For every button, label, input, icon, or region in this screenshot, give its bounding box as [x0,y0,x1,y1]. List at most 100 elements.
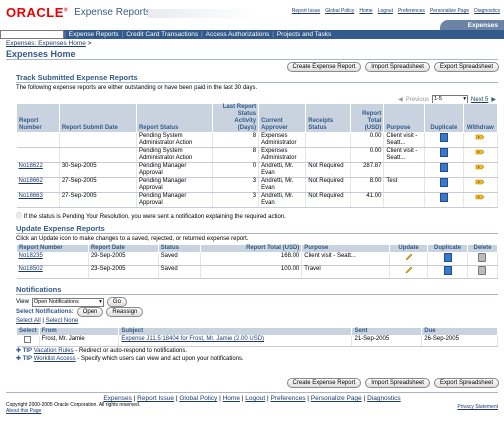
create-expense-report-button[interactable]: Create Expense Report [286,62,362,72]
subnav-expense-reports[interactable]: Expense Reports [66,31,122,38]
duplicate-icon[interactable] [443,266,452,275]
breadcrumb-link[interactable]: Expenses: Expenses Home [6,40,86,47]
cell-approver: Expenses Administrator [258,132,307,148]
cell-status: Pending System Administrator Action [136,147,214,163]
track-table: Report Number Report Submit Date Report … [16,103,499,208]
cell-status: Pending Manager Approval [136,162,214,178]
import-spreadsheet-button[interactable]: Import Spreadsheet [365,378,430,388]
duplicate-cell [424,147,464,163]
export-spreadsheet-button[interactable]: Export Spreadsheet [433,62,499,72]
col-select: Select [16,327,40,336]
global-link-diagnostics[interactable]: Diagnostics [474,8,500,14]
next-icon[interactable]: ▶ [491,96,496,103]
view-select[interactable]: Open Notifications ▾ [31,297,104,307]
cell-status: Pending Manager Approval [136,177,214,193]
duplicate-icon[interactable] [439,133,448,142]
cell-approver: Andretti, Mr. Evan [258,162,307,178]
about-page-link[interactable]: About this Page [6,408,41,414]
report-number-link[interactable]: No18662 [19,178,43,184]
update-table: Report Number Report Date Status Report … [16,244,499,279]
duplicate-icon[interactable] [443,253,452,262]
footer-link-report-issue[interactable]: Report Issue [137,395,174,402]
row-checkbox[interactable] [24,336,32,343]
footer-link-personalize-page[interactable]: Personalize Page [311,395,362,402]
select-none-link[interactable]: Select None [46,318,79,324]
worklist-access-link[interactable]: Worklist Access [34,356,76,362]
subnav-expenses-home[interactable]: Expenses Home [0,30,65,39]
col-due[interactable]: Due [421,327,498,336]
withdraw-cell [463,147,499,163]
table-row: No18622 30-Sep-2005 Pending Manager Appr… [16,162,499,178]
privacy-statement-link[interactable]: Privacy Statement [457,404,498,410]
breadcrumb-separator: > [87,40,92,47]
next-link[interactable]: Next 5 [471,97,488,103]
report-number-link[interactable]: No18235 [19,253,43,259]
tab-expenses[interactable]: Expenses [440,20,504,30]
withdraw-icon[interactable] [475,178,485,186]
cell-purpose [383,162,426,178]
global-link-global-policy[interactable]: Global Policy [325,8,354,14]
export-spreadsheet-button[interactable]: Export Spreadsheet [433,378,499,388]
withdraw-icon[interactable] [475,133,485,141]
select-all-link[interactable]: Select All [16,318,41,324]
section-divider [16,233,498,234]
withdraw-icon[interactable] [475,148,485,156]
cell-days: 8 [212,132,260,148]
duplicate-icon[interactable] [439,178,448,187]
create-expense-report-button[interactable]: Create Expense Report [286,378,362,388]
col-sent[interactable]: Sent [351,327,423,336]
update-section-title: Update Expense Reports [16,224,105,233]
import-spreadsheet-button[interactable]: Import Spreadsheet [365,62,430,72]
pencil-icon[interactable] [404,266,413,274]
report-number-link[interactable]: No18502 [19,266,43,272]
cell-purpose: Client visit - Seatt... [383,132,426,148]
cell-total: 41.00 [350,192,385,208]
pencil-icon[interactable] [404,253,413,261]
open-button[interactable]: Open [76,307,104,317]
global-link-home[interactable]: Home [359,8,372,14]
tip-vacation-text: - Redirect or auto-respond to notificati… [73,348,188,354]
subnav-access-authorizations[interactable]: Access Authorizations [203,31,273,38]
global-link-personalize-page[interactable]: Personalize Page [430,8,469,14]
report-number-link[interactable]: No18663 [19,193,43,199]
footer-link-diagnostics[interactable]: Diagnostics [367,395,401,402]
global-link-logout[interactable]: Logout [378,8,393,14]
update-cell [389,265,429,279]
col-subject[interactable]: Subject [118,327,353,336]
vacation-rules-link[interactable]: Vacation Rules [34,348,74,354]
duplicate-icon[interactable] [439,148,448,157]
withdraw-icon[interactable] [475,193,485,201]
cell-receipts [305,147,352,163]
footer-link-global-policy[interactable]: Global Policy [179,395,217,402]
trash-icon[interactable] [478,266,487,275]
reassign-button[interactable]: Reassign [106,307,144,317]
subnav-projects-and-tasks[interactable]: Projects and Tasks [274,31,334,38]
go-button[interactable]: Go [106,297,127,307]
cell-days: 0 [212,162,260,178]
col-report-number[interactable]: Report Number [16,103,60,133]
col-report-number[interactable]: Report Number [16,244,89,253]
footer-link-home[interactable]: Home [223,395,240,402]
cell-receipts: Not Required [305,162,352,178]
footer-link-logout[interactable]: Logout [245,395,265,402]
withdraw-icon[interactable] [475,163,485,171]
duplicate-icon[interactable] [439,163,448,172]
cell-total: 8.00 [350,177,385,193]
global-link-preferences[interactable]: Preferences [398,8,425,14]
subject-link[interactable]: Expense J11.5:18404 for Frost, Mr. Jamie… [121,336,264,342]
footer-link-preferences[interactable]: Preferences [270,395,305,402]
subnav-credit-card-transactions[interactable]: Credit Card Transactions [123,31,201,38]
col-report-date[interactable]: Report Date [87,244,159,253]
duplicate-icon[interactable] [439,193,448,202]
col-report-submit-date[interactable]: Report Submit Date [58,103,137,133]
report-number-link[interactable]: No18622 [19,163,43,169]
top-button-bar: Create Expense Report Import Spreadsheet… [286,62,499,72]
col-purpose: Purpose [301,244,391,253]
trash-icon[interactable] [478,253,487,262]
col-from[interactable]: From [38,327,120,336]
cell-due: 26-Sep-2005 [421,335,498,347]
global-link-report-issue[interactable]: Report Issue [292,8,320,14]
footer-link-expenses[interactable]: Expenses [103,395,132,402]
delete-cell [467,265,499,279]
cell-receipts: Not Required [305,192,352,208]
